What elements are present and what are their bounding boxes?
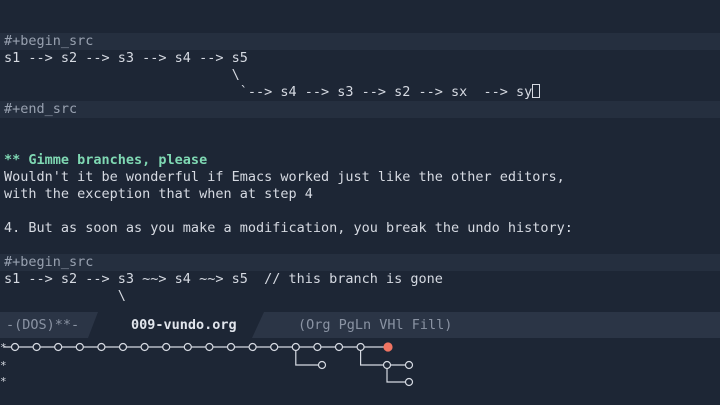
src-block-delimiter: #+end_src <box>0 101 720 118</box>
undo-node <box>382 360 392 370</box>
undo-node <box>97 342 106 352</box>
undo-node <box>248 342 257 352</box>
src-block-delimiter: #+begin_src <box>0 254 720 271</box>
mode-line: -(DOS)**- 009-vundo.org (Org PgLn VHl Fi… <box>0 312 720 338</box>
editor-line: `--> s4 --> s3 --> s2 --> sx --> sy <box>0 84 720 101</box>
editor-line: \ <box>4 288 126 304</box>
current-undo-node <box>383 342 393 352</box>
src-block-delimiter: #+begin_src <box>0 33 720 50</box>
undo-node <box>75 342 84 352</box>
undo-node <box>183 342 192 352</box>
modeline-modes: (Org PgLn VHl Fill) <box>298 317 453 333</box>
undo-node <box>140 342 149 352</box>
undo-node <box>10 342 20 352</box>
vundo-undo-tree[interactable] <box>0 338 720 405</box>
undo-node <box>313 342 322 352</box>
undo-node <box>118 342 128 352</box>
undo-node <box>270 342 279 352</box>
undo-node <box>317 360 327 370</box>
undo-node <box>291 342 300 352</box>
undo-node <box>32 342 41 352</box>
tree-branch <box>386 368 406 383</box>
editor-line: 4. But as soon as you make a modificatio… <box>4 220 573 236</box>
undo-node <box>162 342 171 352</box>
editor-line: s1 --> s2 --> s3 --> s4 --> s5 <box>4 50 248 66</box>
undo-node <box>334 342 344 352</box>
undo-node <box>404 377 414 387</box>
undo-node <box>226 342 236 352</box>
tree-branch <box>360 350 406 366</box>
tree-branch <box>295 350 319 366</box>
editor-line: Wouldn't it be wonderful if Emacs worked… <box>4 169 565 185</box>
undo-node <box>356 342 365 352</box>
text-cursor <box>532 84 541 98</box>
undo-node <box>54 342 63 352</box>
undo-node <box>205 342 214 352</box>
undo-node <box>404 360 414 370</box>
buffer-name[interactable]: 009-vundo.org <box>131 312 237 338</box>
modeline-status: -(DOS)**- <box>6 317 80 333</box>
editor-line: \ <box>4 67 240 83</box>
editor-line: with the exception that when at step 4 <box>4 186 313 202</box>
org-heading: ** Gimme branches, please <box>4 152 208 168</box>
editor-line: s1 --> s2 --> s3 ~~> s4 ~~> s5 // this b… <box>4 271 443 287</box>
